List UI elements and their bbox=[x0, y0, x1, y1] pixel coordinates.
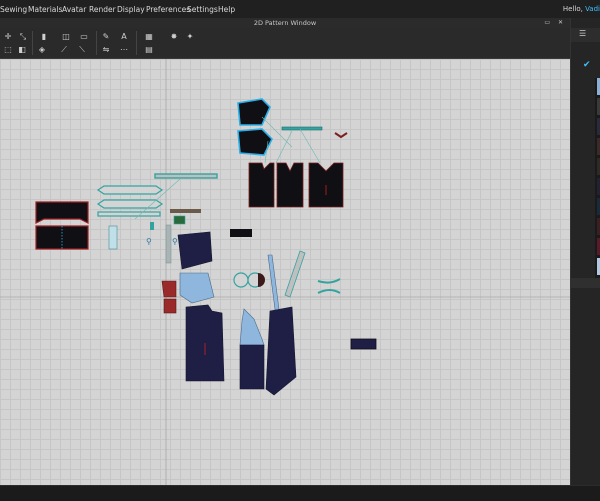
placket-strip[interactable] bbox=[108, 225, 118, 250]
front-panel-right-lower[interactable] bbox=[239, 344, 265, 390]
segment-icon[interactable]: ▮ bbox=[38, 31, 50, 42]
menu-help[interactable]: Help bbox=[218, 5, 235, 14]
menu-bar: Sewing Materials Avatar Render Display P… bbox=[0, 0, 600, 18]
pattern-toolbar: ✛ ⤡ ▮ ◫ ▭ ✎ A ▦ ✸ ✦ ⬚ ◧ ◈ ⟋ ⟍ ⇋ ⋯ ▤ bbox=[0, 28, 570, 59]
cuff-red-upper[interactable] bbox=[161, 280, 177, 298]
pattern-window-titlebar: 2D Pattern Window ▭ ✕ bbox=[0, 18, 570, 28]
puckering-icon[interactable]: ▤ bbox=[143, 44, 155, 55]
menu-preferences[interactable]: Preferences bbox=[146, 5, 190, 14]
menu-materials[interactable]: Materials bbox=[28, 5, 62, 14]
window-controls[interactable]: ▭ ✕ bbox=[544, 18, 566, 28]
arc-band-2[interactable] bbox=[317, 289, 341, 294]
seam-allowance-icon[interactable]: ⋯ bbox=[118, 44, 130, 55]
round-patch-1[interactable] bbox=[233, 272, 249, 288]
toolbar-separator bbox=[32, 31, 33, 55]
pocket-flap-upper[interactable] bbox=[35, 201, 89, 224]
segment-sewing-icon[interactable]: ⟋ bbox=[58, 44, 70, 55]
menu-sewing[interactable]: Sewing bbox=[0, 5, 27, 14]
circle-icon[interactable]: ▭ bbox=[78, 31, 90, 42]
symmetric-icon[interactable]: ◈ bbox=[36, 44, 48, 55]
label-piece[interactable] bbox=[230, 229, 252, 237]
front-facing[interactable] bbox=[239, 308, 265, 346]
menu-avatar[interactable]: Avatar bbox=[62, 5, 86, 14]
text-icon[interactable]: A bbox=[118, 31, 130, 42]
transform-pattern-icon[interactable]: ✛ bbox=[2, 31, 14, 42]
magic-icon[interactable]: ✦ bbox=[184, 31, 196, 42]
sleeve-upper[interactable] bbox=[177, 231, 213, 270]
zipper-strip-right[interactable] bbox=[284, 250, 306, 298]
vest-back[interactable] bbox=[276, 162, 304, 208]
arc-band-1[interactable] bbox=[317, 278, 341, 284]
band-strip-3[interactable] bbox=[97, 211, 161, 217]
pin-marker-icon: ⚲ bbox=[146, 237, 152, 246]
sleeve-lining[interactable] bbox=[179, 272, 215, 304]
button-tab[interactable] bbox=[173, 215, 186, 225]
pin-icon[interactable]: ✸ bbox=[168, 31, 180, 42]
checkmark-icon[interactable]: ✔ bbox=[583, 60, 591, 70]
menu-display[interactable]: Display bbox=[117, 5, 145, 14]
trace-icon[interactable]: ◧ bbox=[16, 44, 28, 55]
band-strip-1[interactable] bbox=[96, 185, 164, 195]
band-strip-top[interactable] bbox=[154, 173, 218, 179]
dart-icon[interactable] bbox=[104, 31, 116, 42]
toolbar-separator bbox=[96, 31, 97, 55]
zip-strip[interactable] bbox=[165, 224, 172, 264]
free-sewing-icon[interactable]: ⟍ bbox=[76, 44, 88, 55]
property-editor-header[interactable] bbox=[571, 278, 600, 288]
edit-pattern-icon[interactable]: ⤡ bbox=[17, 31, 29, 42]
round-patch-dark[interactable] bbox=[258, 273, 265, 287]
user-name: Vadi bbox=[585, 5, 600, 13]
sewing-line bbox=[299, 128, 321, 164]
tab-strip[interactable] bbox=[170, 209, 201, 213]
side-panel-right[interactable] bbox=[265, 306, 297, 396]
collar-strip[interactable] bbox=[281, 126, 323, 131]
status-bar bbox=[0, 485, 600, 501]
rectangle-icon[interactable]: ◫ bbox=[60, 31, 72, 42]
user-greeting[interactable]: Hello, Vadi bbox=[563, 5, 600, 13]
cuff-red-lower[interactable] bbox=[163, 298, 177, 314]
toolbar-separator bbox=[136, 31, 137, 55]
panel-tabs: ☰ bbox=[571, 28, 600, 42]
vest-front-left[interactable] bbox=[248, 162, 275, 208]
pattern-drawing: ⚲ ⚲ bbox=[0, 59, 570, 485]
zipper-strip-left[interactable] bbox=[267, 254, 281, 318]
pin-marker-icon: ⚲ bbox=[172, 237, 178, 246]
menu-render[interactable]: Render bbox=[89, 5, 116, 14]
object-browser-panel: ☰ ✔ bbox=[570, 18, 600, 485]
collar-curve-piece[interactable] bbox=[334, 132, 348, 139]
pattern-canvas[interactable]: ⚲ ⚲ bbox=[0, 59, 570, 485]
menu-settings[interactable]: Settings bbox=[187, 5, 218, 14]
greeting-text: Hello, bbox=[562, 5, 586, 13]
loop-piece[interactable] bbox=[150, 222, 154, 230]
measure-icon[interactable]: ⇋ bbox=[100, 44, 112, 55]
grade-icon[interactable]: ▦ bbox=[143, 31, 155, 42]
window-title: 2D Pattern Window bbox=[253, 19, 317, 27]
band-strip-2[interactable] bbox=[96, 199, 164, 209]
list-icon[interactable]: ☰ bbox=[579, 29, 586, 38]
fold-icon[interactable]: ⬚ bbox=[2, 44, 14, 55]
hood-piece-upper[interactable] bbox=[237, 98, 271, 126]
sewing-line bbox=[275, 130, 293, 164]
name-tag-piece[interactable] bbox=[350, 338, 377, 350]
